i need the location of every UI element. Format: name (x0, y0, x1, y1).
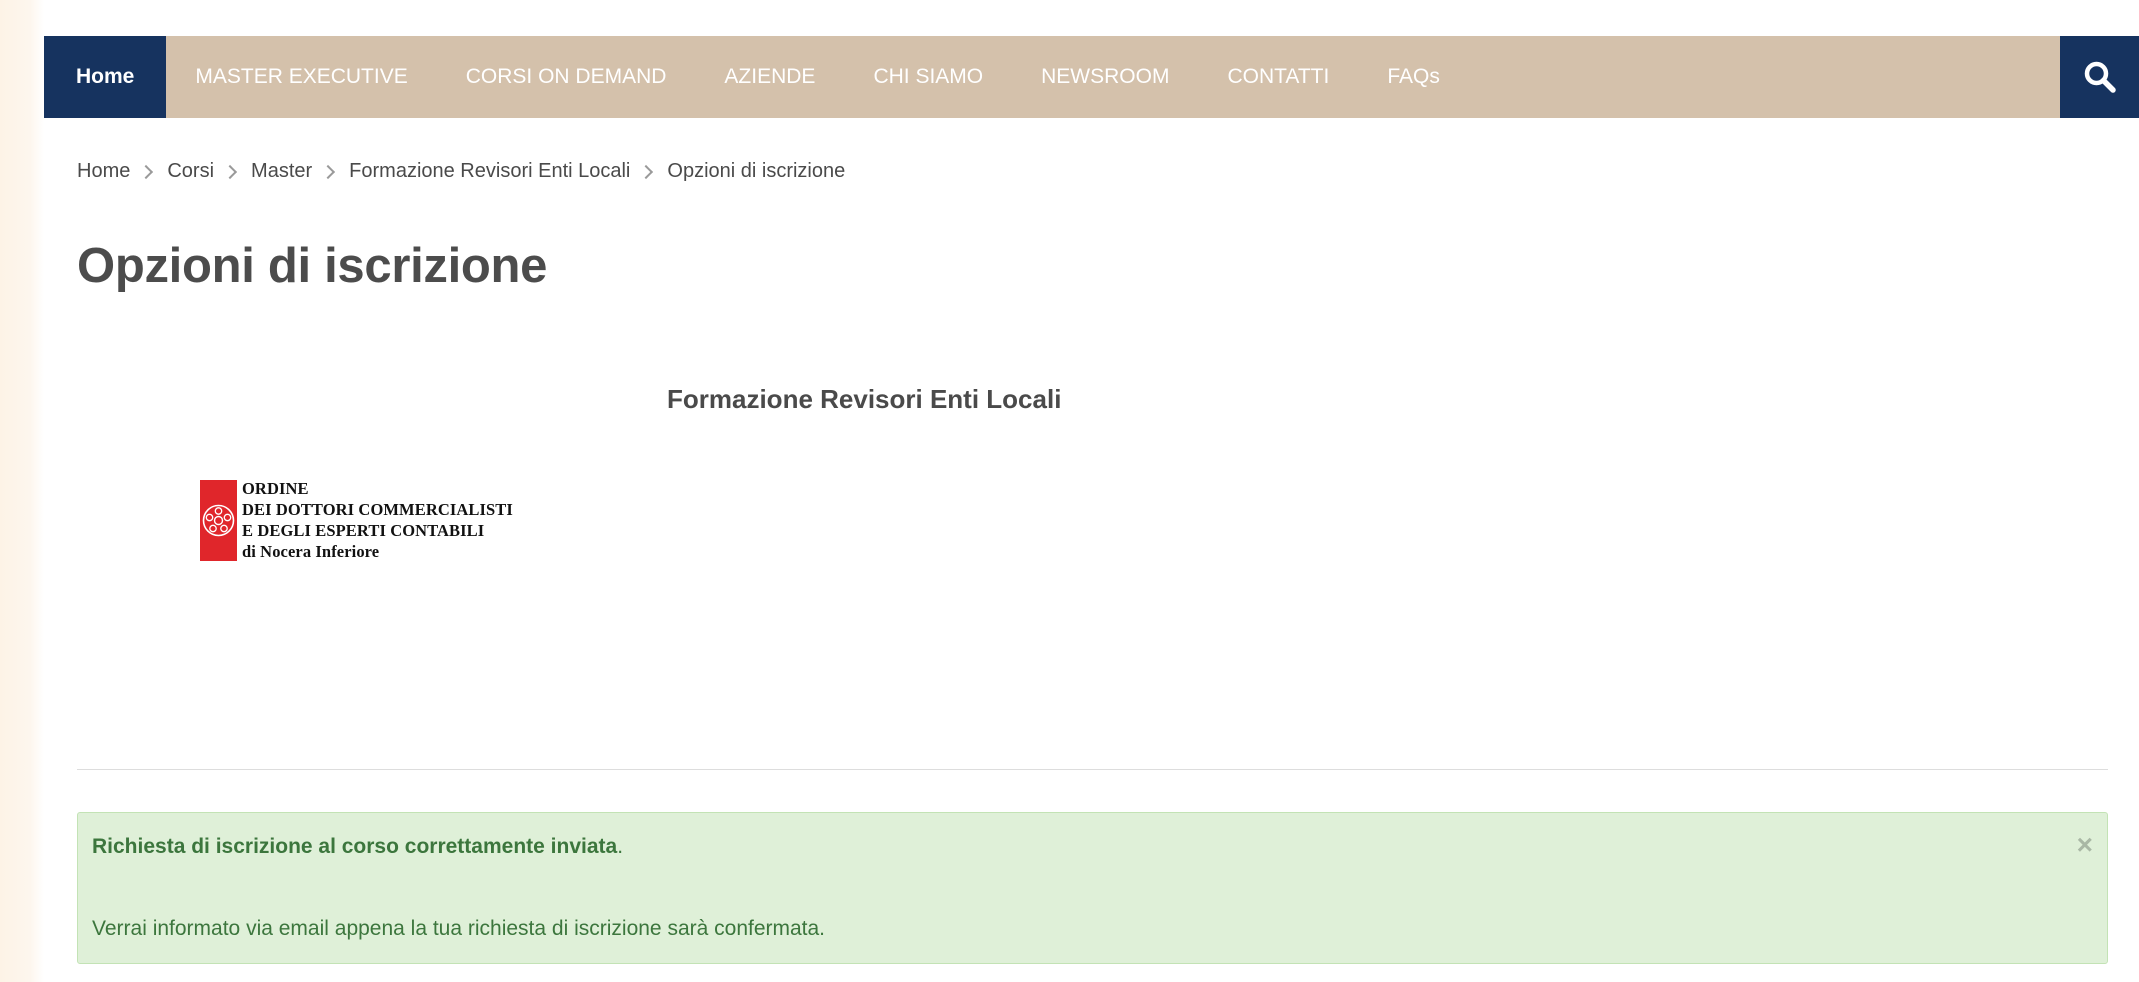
nav-item-home[interactable]: Home (44, 36, 167, 118)
chevron-right-icon (321, 164, 336, 179)
alert-bold-text: Richiesta di iscrizione al corso corrett… (92, 835, 618, 858)
nav-item-chi-siamo[interactable]: CHI SIAMO (844, 36, 1012, 118)
chevron-right-icon (139, 164, 154, 179)
breadcrumb-home[interactable]: Home (77, 160, 130, 183)
divider (77, 769, 2108, 770)
success-alert: Richiesta di iscrizione al corso corrett… (77, 812, 2108, 964)
close-icon[interactable]: × (2077, 831, 2093, 859)
chevron-right-icon (222, 164, 238, 179)
logo-line: di Nocera Inferiore (242, 542, 380, 561)
logo-line: E DEGLI ESPERTI CONTABILI (242, 521, 485, 540)
breadcrumb: Home Corsi Master Formazione Revisori En… (77, 160, 845, 183)
nav-item-contatti[interactable]: CONTATTI (1198, 36, 1358, 118)
chevron-right-icon (639, 164, 654, 179)
nav-item-aziende[interactable]: AZIENDE (695, 36, 844, 118)
breadcrumb-master[interactable]: Master (251, 160, 312, 183)
alert-message: Verrai informato via email appena la tua… (92, 917, 826, 940)
logo-line: ORDINE (242, 479, 309, 498)
page-title: Opzioni di iscrizione (77, 239, 548, 293)
logo-line: DEI DOTTORI COMMERCIALISTI (242, 500, 513, 519)
nav-item-corsi-on-demand[interactable]: CORSI ON DEMAND (437, 36, 696, 118)
breadcrumb-current: Opzioni di iscrizione (667, 160, 846, 182)
nav-item-master-executive[interactable]: MASTER EXECUTIVE (166, 36, 436, 118)
main-navbar: Home MASTER EXECUTIVE CORSI ON DEMAND AZ… (44, 36, 2139, 118)
nav-item-newsroom[interactable]: NEWSROOM (1012, 36, 1198, 118)
breadcrumb-corsi[interactable]: Corsi (167, 160, 214, 183)
search-icon (2084, 61, 2116, 93)
nav-item-faqs[interactable]: FAQs (1358, 36, 1469, 118)
organization-logo: ORDINE DEI DOTTORI COMMERCIALISTI E DEGL… (200, 478, 513, 562)
logo-emblem-icon (200, 479, 237, 561)
course-title: Formazione Revisori Enti Locali (667, 384, 1062, 414)
breadcrumb-course[interactable]: Formazione Revisori Enti Locali (349, 160, 630, 183)
page: Home MASTER EXECUTIVE CORSI ON DEMAND AZ… (44, 0, 2139, 982)
alert-bold-suffix: . (617, 835, 624, 858)
logo-text: ORDINE DEI DOTTORI COMMERCIALISTI E DEGL… (242, 478, 513, 562)
alert-title: Richiesta di iscrizione al corso corrett… (92, 835, 623, 859)
search-button[interactable] (2060, 36, 2139, 118)
